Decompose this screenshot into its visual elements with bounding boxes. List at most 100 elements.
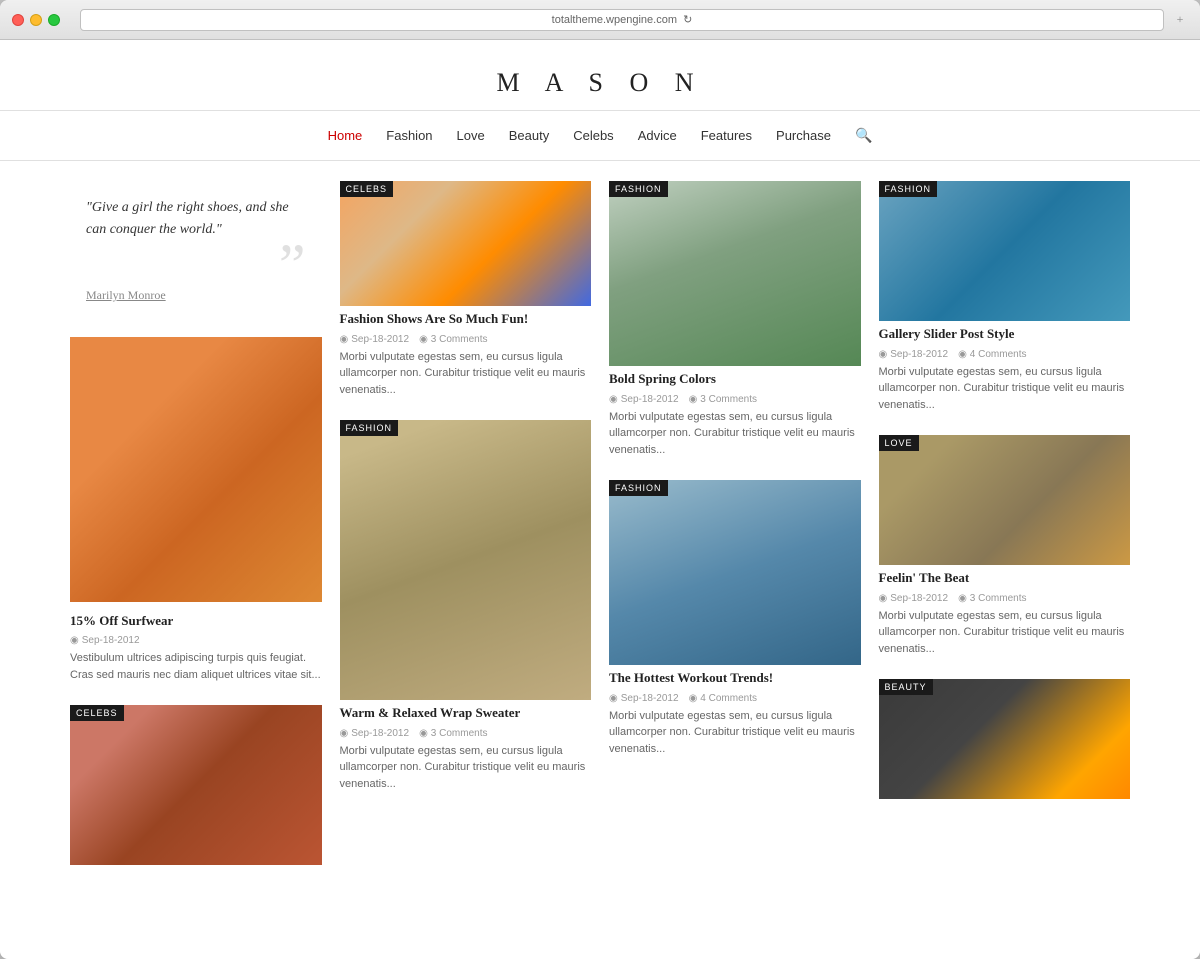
site-title: M A S O N xyxy=(0,68,1200,98)
beauty-image-wrap: BEAUTY xyxy=(879,679,1131,799)
maximize-button-dot[interactable] xyxy=(48,14,60,26)
article-workout: FASHION The Hottest Workout Trends! ◉ Se… xyxy=(609,480,861,761)
nav-features[interactable]: Features xyxy=(701,128,752,143)
article-celebs-2: CELEBS xyxy=(70,705,322,865)
bold-spring-title[interactable]: Bold Spring Colors xyxy=(609,370,861,388)
comment-icon-4: ◉ xyxy=(689,693,698,704)
surfwear-title[interactable]: 15% Off Surfwear xyxy=(70,612,322,630)
bold-spring-image xyxy=(609,181,861,366)
celebs2-badge: CELEBS xyxy=(70,705,124,721)
quote-card: "Give a girl the right shoes, and she ca… xyxy=(70,181,322,319)
site-header: M A S O N xyxy=(0,40,1200,111)
column-4: FASHION Gallery Slider Post Style ◉ Sep-… xyxy=(879,181,1131,799)
wrap-sweater-image-wrap: FASHION xyxy=(340,420,592,700)
nav-purchase[interactable]: Purchase xyxy=(776,128,831,143)
bold-spring-excerpt: Morbi vulputate egestas sem, eu cursus l… xyxy=(609,409,861,459)
quote-text: "Give a girl the right shoes, and she ca… xyxy=(86,197,306,242)
article-beauty: BEAUTY xyxy=(879,679,1131,799)
fashion-shows-badge: CELEBS xyxy=(340,181,394,197)
clock-icon-3: ◉ xyxy=(340,728,349,739)
feelin-badge: LOVE xyxy=(879,435,919,451)
article-feelin: LOVE Feelin' The Beat ◉ Sep-18-2012 ◉ xyxy=(879,435,1131,661)
nav-home[interactable]: Home xyxy=(328,128,363,143)
wrap-sweater-comments: ◉ 3 Comments xyxy=(419,728,487,739)
fashion-shows-excerpt: Morbi vulputate egestas sem, eu cursus l… xyxy=(340,349,592,399)
clock-icon-2: ◉ xyxy=(340,334,349,345)
surfwear-image-wrap xyxy=(70,337,322,602)
wrap-sweater-meta: ◉ Sep-18-2012 ◉ 3 Comments xyxy=(340,728,592,739)
comment-icon-6: ◉ xyxy=(958,593,967,604)
fashion-shows-comments: ◉ 3 Comments xyxy=(419,334,487,345)
fashion-shows-title[interactable]: Fashion Shows Are So Much Fun! xyxy=(340,310,592,328)
browser-dots xyxy=(12,14,60,26)
column-3: FASHION Bold Spring Colors ◉ Sep-18-2012… xyxy=(609,181,861,761)
gallery-title[interactable]: Gallery Slider Post Style xyxy=(879,325,1131,343)
surfwear-image xyxy=(70,337,322,602)
nav-love[interactable]: Love xyxy=(457,128,485,143)
clock-icon-5: ◉ xyxy=(609,693,618,704)
bold-spring-comments: ◉ 3 Comments xyxy=(689,394,757,405)
gallery-image xyxy=(879,181,1131,321)
workout-badge: FASHION xyxy=(609,480,668,496)
url-text: totaltheme.wpengine.com xyxy=(552,14,677,26)
feelin-date: ◉ Sep-18-2012 xyxy=(879,593,949,604)
workout-meta: ◉ Sep-18-2012 ◉ 4 Comments xyxy=(609,693,861,704)
gallery-excerpt: Morbi vulputate egestas sem, eu cursus l… xyxy=(879,364,1131,414)
browser-window: totaltheme.wpengine.com ↻ + M A S O N Ho… xyxy=(0,0,1200,959)
celebs2-image xyxy=(70,705,322,865)
quote-mark: ” xyxy=(86,250,306,280)
fashion-shows-meta: ◉ Sep-18-2012 ◉ 3 Comments xyxy=(340,334,592,345)
clock-icon-4: ◉ xyxy=(609,394,618,405)
close-button-dot[interactable] xyxy=(12,14,24,26)
feelin-title[interactable]: Feelin' The Beat xyxy=(879,569,1131,587)
wrap-sweater-excerpt: Morbi vulputate egestas sem, eu cursus l… xyxy=(340,743,592,793)
bold-spring-badge: FASHION xyxy=(609,181,668,197)
surfwear-date: ◉ Sep-18-2012 xyxy=(70,635,140,646)
comment-icon: ◉ xyxy=(419,334,428,345)
nav-fashion[interactable]: Fashion xyxy=(386,128,432,143)
bold-spring-image-wrap: FASHION xyxy=(609,181,861,366)
clock-icon-7: ◉ xyxy=(879,593,888,604)
nav-beauty[interactable]: Beauty xyxy=(509,128,549,143)
comment-icon-5: ◉ xyxy=(958,349,967,360)
surfwear-excerpt: Vestibulum ultrices adipiscing turpis qu… xyxy=(70,650,322,683)
article-fashion-shows: CELEBS Fashion Shows Are So Much Fun! ◉ … xyxy=(340,181,592,402)
gallery-comments: ◉ 4 Comments xyxy=(958,349,1026,360)
wrap-sweater-image xyxy=(340,420,592,700)
nav-celebs[interactable]: Celebs xyxy=(573,128,613,143)
article-bold-spring: FASHION Bold Spring Colors ◉ Sep-18-2012… xyxy=(609,181,861,462)
browser-chrome: totaltheme.wpengine.com ↻ + xyxy=(0,0,1200,40)
site-nav: Home Fashion Love Beauty Celebs Advice F… xyxy=(0,111,1200,161)
nav-advice[interactable]: Advice xyxy=(638,128,677,143)
minimize-button-dot[interactable] xyxy=(30,14,42,26)
gallery-date: ◉ Sep-18-2012 xyxy=(879,349,949,360)
refresh-icon[interactable]: ↻ xyxy=(683,13,692,26)
wrap-sweater-title[interactable]: Warm & Relaxed Wrap Sweater xyxy=(340,704,592,722)
workout-excerpt: Morbi vulputate egestas sem, eu cursus l… xyxy=(609,708,861,758)
feelin-excerpt: Morbi vulputate egestas sem, eu cursus l… xyxy=(879,608,1131,658)
beauty-image xyxy=(879,679,1131,799)
feelin-image xyxy=(879,435,1131,565)
wrap-sweater-date: ◉ Sep-18-2012 xyxy=(340,728,410,739)
feelin-comments: ◉ 3 Comments xyxy=(958,593,1026,604)
beauty-badge: BEAUTY xyxy=(879,679,933,695)
fashion-shows-date: ◉ Sep-18-2012 xyxy=(340,334,410,345)
article-gallery: FASHION Gallery Slider Post Style ◉ Sep-… xyxy=(879,181,1131,417)
bold-spring-meta: ◉ Sep-18-2012 ◉ 3 Comments xyxy=(609,394,861,405)
workout-image-wrap: FASHION xyxy=(609,480,861,665)
article-surfwear: 15% Off Surfwear ◉ Sep-18-2012 Vestibulu… xyxy=(70,337,322,688)
surfwear-meta: ◉ Sep-18-2012 xyxy=(70,635,322,646)
address-bar[interactable]: totaltheme.wpengine.com ↻ xyxy=(80,9,1164,31)
comment-icon-2: ◉ xyxy=(419,728,428,739)
fashion-shows-image xyxy=(340,181,592,306)
add-tab-button[interactable]: + xyxy=(1172,12,1188,28)
feelin-meta: ◉ Sep-18-2012 ◉ 3 Comments xyxy=(879,593,1131,604)
quote-author[interactable]: Marilyn Monroe xyxy=(86,288,306,303)
workout-title[interactable]: The Hottest Workout Trends! xyxy=(609,669,861,687)
search-icon[interactable]: 🔍 xyxy=(855,127,872,144)
bold-spring-date: ◉ Sep-18-2012 xyxy=(609,394,679,405)
celebs2-image-wrap: CELEBS xyxy=(70,705,322,865)
gallery-meta: ◉ Sep-18-2012 ◉ 4 Comments xyxy=(879,349,1131,360)
clock-icon: ◉ xyxy=(70,635,79,646)
workout-image xyxy=(609,480,861,665)
